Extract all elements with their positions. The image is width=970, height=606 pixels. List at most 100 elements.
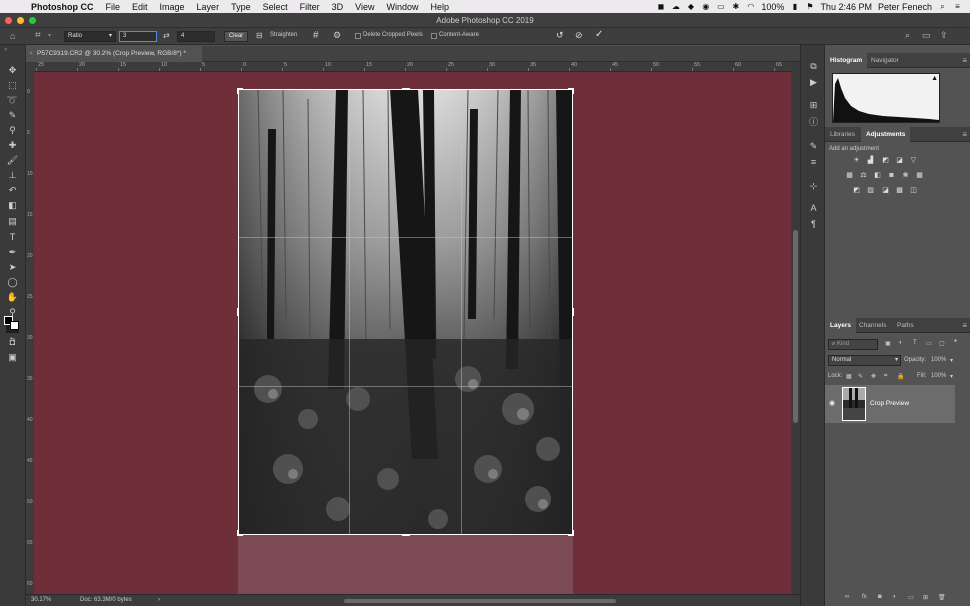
opacity-value[interactable]: 100%: [931, 357, 946, 363]
menu-window[interactable]: Window: [386, 2, 418, 12]
crop-handle-left[interactable]: [237, 308, 239, 316]
lock-artboard-icon[interactable]: ⌗: [884, 373, 887, 380]
filter-adjustment-icon[interactable]: ◐: [899, 340, 903, 346]
tab-channels[interactable]: Channels: [854, 318, 891, 333]
black-white-icon[interactable]: ◧: [873, 172, 882, 180]
lock-transparency-icon[interactable]: ▦: [846, 373, 852, 380]
curves-icon[interactable]: ◩: [881, 157, 890, 165]
horizontal-ruler[interactable]: 25 20 15 10 5 0 5 10 15 20 25 30 35 40 45 50 55 60 65: [34, 62, 791, 72]
opacity-chevron-icon[interactable]: ▾: [950, 357, 953, 364]
overlay-grid-icon[interactable]: #: [313, 30, 319, 41]
menu-app-name[interactable]: Photoshop CC: [31, 2, 94, 12]
content-aware-checkbox[interactable]: [431, 33, 437, 39]
wifi-icon[interactable]: ◠: [746, 2, 755, 11]
crop-handle-bottom-left-v[interactable]: [237, 530, 239, 536]
menu-select[interactable]: Select: [263, 2, 288, 12]
tab-navigator[interactable]: Navigator: [866, 53, 904, 68]
cancel-crop-icon[interactable]: ⊘: [575, 30, 583, 41]
delete-layer-icon[interactable]: 🗑: [938, 594, 946, 601]
crop-handle-top-left-v[interactable]: [237, 88, 239, 94]
menu-file[interactable]: File: [106, 2, 121, 12]
hue-saturation-icon[interactable]: ▦: [845, 172, 854, 180]
ruler-origin[interactable]: [26, 62, 34, 72]
zoom-level[interactable]: 30.17%: [31, 595, 51, 606]
type-tool-icon[interactable]: T: [6, 231, 19, 243]
delete-cropped-checkbox[interactable]: [355, 33, 361, 39]
layer-kind-filter[interactable]: ⌕ Kind: [828, 339, 878, 350]
swap-dimensions-icon[interactable]: ⇄: [163, 31, 170, 40]
reset-crop-icon[interactable]: ↺: [556, 30, 564, 41]
clone-source-icon[interactable]: ⊹: [808, 181, 819, 192]
vertical-scroll-thumb[interactable]: [793, 230, 798, 423]
posterize-icon[interactable]: ▨: [866, 187, 875, 195]
hand-tool-icon[interactable]: ✋: [6, 291, 19, 303]
menu-image[interactable]: Image: [160, 2, 185, 12]
tool-preset-chevron-icon[interactable]: ▾: [48, 32, 51, 39]
marquee-tool-icon[interactable]: ⬚: [6, 79, 19, 91]
battery-icon[interactable]: ▮: [790, 2, 799, 11]
menu-3d[interactable]: 3D: [332, 2, 344, 12]
menubar-user[interactable]: Peter Fenech: [878, 2, 932, 12]
filter-shape-icon[interactable]: ▭: [926, 340, 932, 347]
histogram-panel-menu-icon[interactable]: ≡: [962, 56, 967, 65]
new-adjustment-layer-icon[interactable]: ◐: [893, 594, 897, 600]
fill-value[interactable]: 100%: [931, 373, 946, 379]
tab-libraries[interactable]: Libraries: [825, 127, 860, 142]
add-mask-icon[interactable]: ◙: [878, 594, 882, 600]
invert-icon[interactable]: ◩: [852, 187, 861, 195]
flag-icon[interactable]: ⚑: [805, 2, 814, 11]
tab-layers[interactable]: Layers: [825, 318, 856, 333]
pen-tool-icon[interactable]: ✒: [6, 246, 19, 258]
lock-image-pixels-icon[interactable]: ✎: [858, 373, 863, 380]
levels-icon[interactable]: ▟: [866, 157, 875, 165]
healing-brush-tool-icon[interactable]: ✚: [6, 139, 19, 151]
commit-crop-icon[interactable]: ✓: [595, 29, 603, 40]
gradient-map-icon[interactable]: ▩: [895, 187, 904, 195]
eyedropper-tool-icon[interactable]: ⚲: [6, 124, 19, 136]
adjustments-panel-menu-icon[interactable]: ≡: [962, 130, 967, 139]
exposure-icon[interactable]: ◪: [895, 157, 904, 165]
photo-filter-icon[interactable]: ◙: [887, 172, 896, 180]
status-menu-chevron-icon[interactable]: ›: [158, 595, 160, 606]
menu-layer[interactable]: Layer: [197, 2, 220, 12]
share-icon[interactable]: ⇪: [940, 30, 948, 41]
vibrance-icon[interactable]: ▽: [909, 157, 918, 165]
shape-tool-icon[interactable]: ◯: [6, 276, 19, 288]
threshold-icon[interactable]: ◪: [881, 187, 890, 195]
crop-height-input[interactable]: 4: [177, 31, 215, 42]
brightness-contrast-icon[interactable]: ☀: [852, 157, 861, 165]
menu-filter[interactable]: Filter: [300, 2, 320, 12]
blend-mode-select[interactable]: Normal ▾: [828, 355, 901, 366]
color-lookup-icon[interactable]: ▦: [915, 172, 924, 180]
eraser-tool-icon[interactable]: ◧: [6, 199, 19, 211]
dropbox-icon[interactable]: ◆: [686, 2, 695, 11]
notification-center-icon[interactable]: ≡: [953, 2, 962, 11]
move-tool-icon[interactable]: ✥: [6, 64, 19, 76]
brushes-panel-icon[interactable]: ✎: [808, 141, 819, 152]
lock-position-icon[interactable]: ✥: [871, 373, 876, 380]
menu-view[interactable]: View: [355, 2, 374, 12]
fill-chevron-icon[interactable]: ▾: [950, 373, 953, 380]
zoom-window-button[interactable]: [29, 17, 36, 24]
new-group-icon[interactable]: ▭: [908, 594, 914, 601]
layer-row[interactable]: ◉ Crop Preview: [825, 385, 955, 423]
menu-edit[interactable]: Edit: [132, 2, 148, 12]
paragraph-panel-icon[interactable]: ¶: [808, 219, 819, 230]
info-panel-icon[interactable]: ⓘ: [808, 117, 819, 128]
brush-tool-icon[interactable]: 🖌: [6, 154, 19, 166]
crop-preview-photo[interactable]: [238, 89, 573, 535]
vertical-ruler[interactable]: 0 5 10 15 20 25 30 35 40 45 50 55 60: [26, 72, 34, 594]
screen-mode-icon[interactable]: ▣: [6, 351, 19, 363]
quick-select-tool-icon[interactable]: ✎: [6, 109, 19, 121]
crop-handle-bottom-right-v[interactable]: [572, 530, 574, 536]
crop-settings-gear-icon[interactable]: ⚙: [333, 30, 341, 41]
adobe-cc-icon[interactable]: ◼: [656, 2, 665, 11]
tab-paths[interactable]: Paths: [892, 318, 919, 333]
brush-settings-icon[interactable]: ≡: [808, 157, 819, 168]
channel-mixer-icon[interactable]: ❀: [901, 172, 910, 180]
bluetooth-icon[interactable]: ✱: [731, 2, 740, 11]
crop-handle-top[interactable]: [402, 88, 410, 90]
menubar-clock[interactable]: Thu 2:46 PM: [820, 2, 872, 12]
ratio-select[interactable]: Ratio ▾: [64, 31, 116, 42]
color-balance-icon[interactable]: ⚖: [859, 172, 868, 180]
